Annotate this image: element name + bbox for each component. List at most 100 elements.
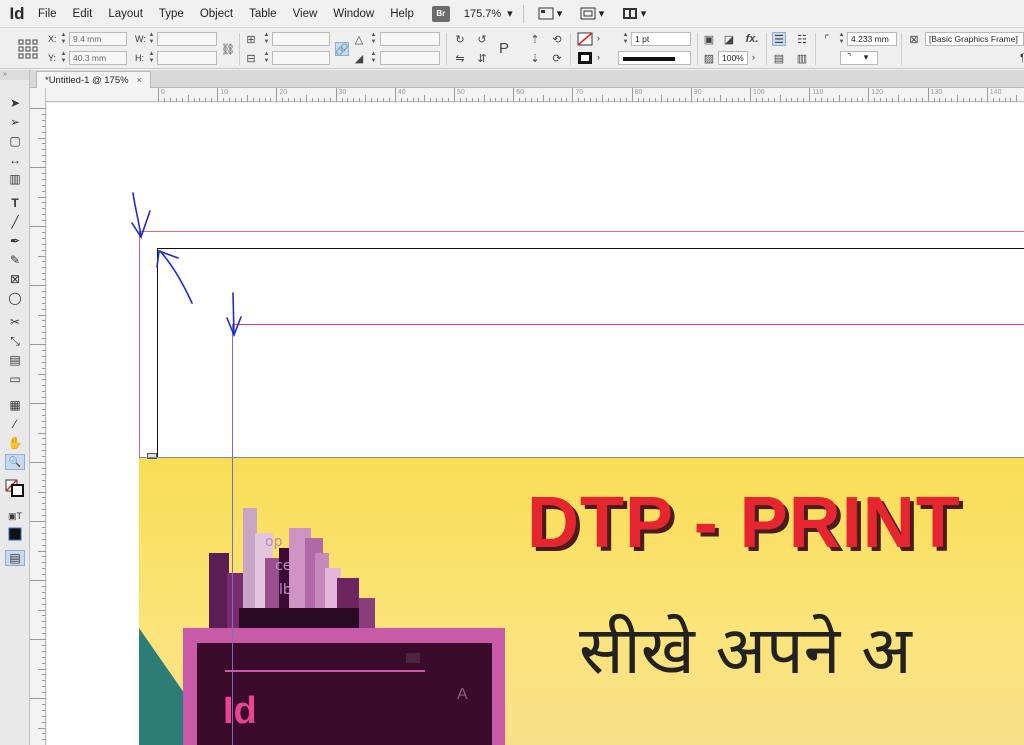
opacity-arrow-icon[interactable]: › bbox=[752, 52, 755, 62]
corner-size-field[interactable]: 4.233 mm bbox=[847, 32, 897, 46]
menu-view[interactable]: View bbox=[285, 8, 326, 20]
shear-angle-icon[interactable]: ◢ bbox=[352, 51, 366, 65]
fill-swatch-icon[interactable] bbox=[577, 32, 593, 46]
select-content-icon[interactable]: ⇣ bbox=[528, 51, 542, 65]
stroke-type-dropdown[interactable] bbox=[618, 51, 691, 65]
view-options-button[interactable]: ▾ bbox=[538, 6, 566, 22]
align-center-icon[interactable]: ☷ bbox=[795, 32, 809, 46]
menu-edit[interactable]: Edit bbox=[65, 8, 101, 20]
hand-tool[interactable]: ✋ bbox=[5, 435, 25, 451]
line-tool[interactable]: ╱ bbox=[5, 214, 25, 230]
selection-tool[interactable]: ➤ bbox=[5, 95, 25, 111]
rotate-ccw-icon[interactable]: ↺ bbox=[475, 32, 489, 46]
x-field[interactable]: 9.4 mm bbox=[69, 32, 127, 46]
arrange-documents-button[interactable]: ▾ bbox=[622, 6, 650, 22]
corner-options-icon[interactable]: ⌜ bbox=[820, 32, 834, 46]
zoom-tool[interactable]: 🔍 bbox=[5, 454, 25, 470]
stroke-swatch-icon[interactable] bbox=[577, 51, 593, 65]
drop-shadow-icon[interactable]: ◪ bbox=[722, 32, 736, 46]
shear-field[interactable] bbox=[380, 51, 440, 65]
ruler-minor-tick bbox=[477, 98, 479, 102]
scale-y-field[interactable] bbox=[272, 51, 330, 65]
menu-layout[interactable]: Layout bbox=[100, 8, 151, 20]
gap-tool[interactable]: ↔ bbox=[5, 152, 25, 168]
select-previous-icon[interactable]: ⟲ bbox=[550, 32, 564, 46]
scissors-tool[interactable]: ✂ bbox=[5, 314, 25, 330]
pen-tool[interactable]: ✒ bbox=[5, 233, 25, 249]
auto-fit-icon[interactable]: ▤ bbox=[772, 51, 786, 65]
gradient-swatch-tool[interactable]: ▤ bbox=[5, 352, 25, 368]
rotate-cw-icon[interactable]: ↻ bbox=[453, 32, 467, 46]
scale-x-icon[interactable]: ⊞ bbox=[244, 32, 258, 46]
stroke-weight-field[interactable]: 1 pt bbox=[631, 32, 691, 46]
corner-stepper[interactable]: ▲ ▼ bbox=[838, 32, 845, 46]
page-tool[interactable]: ▢ bbox=[5, 133, 25, 149]
constrain-proportions-icon[interactable]: ⛓ bbox=[221, 42, 235, 56]
opacity-field[interactable]: 100% bbox=[718, 51, 748, 65]
bridge-button[interactable]: Br bbox=[431, 5, 450, 22]
eyedropper-tool[interactable]: ⁄ bbox=[5, 416, 25, 432]
note-tool[interactable]: ▦ bbox=[5, 397, 25, 413]
h-stepper[interactable]: ▲ ▼ bbox=[148, 51, 155, 65]
scale-x-stepper[interactable]: ▲ ▼ bbox=[263, 32, 270, 46]
formatting-affects-container-icon[interactable]: ▣T bbox=[5, 508, 25, 524]
select-next-icon[interactable]: ⟳ bbox=[550, 51, 564, 65]
document-canvas[interactable]: op ce lb Id A DTP - PRINT सीखे अपने अ bbox=[47, 103, 1024, 745]
y-stepper[interactable]: ▲ ▼ bbox=[60, 51, 67, 65]
fill-stroke-swatches-icon[interactable] bbox=[5, 479, 25, 497]
direct-selection-tool[interactable]: ➢ bbox=[5, 114, 25, 130]
menu-table[interactable]: Table bbox=[241, 8, 285, 20]
reference-point-icon[interactable] bbox=[18, 39, 38, 59]
menu-help[interactable]: Help bbox=[382, 8, 422, 20]
text-wrap-icon[interactable]: ▣ bbox=[702, 32, 716, 46]
flip-vertical-icon[interactable]: ⇵ bbox=[475, 51, 489, 65]
zoom-level-dropdown[interactable]: 175.7% ▾ bbox=[464, 7, 513, 21]
menu-window[interactable]: Window bbox=[325, 8, 382, 20]
menu-file[interactable]: File bbox=[30, 8, 65, 20]
align-top-icon[interactable]: ☰ bbox=[772, 32, 786, 46]
stroke-arrow-icon[interactable]: › bbox=[597, 52, 600, 62]
pencil-tool[interactable]: ✎ bbox=[5, 252, 25, 268]
w-stepper[interactable]: ▲ ▼ bbox=[148, 32, 155, 46]
content-collector-tool[interactable]: ▥ bbox=[5, 171, 25, 187]
clear-overrides-icon[interactable]: ¶ bbox=[1016, 51, 1024, 65]
apply-color-icon[interactable] bbox=[5, 526, 25, 542]
ellipse-tool[interactable]: ◯ bbox=[5, 290, 25, 306]
menu-type[interactable]: Type bbox=[151, 8, 192, 20]
type-tool[interactable]: T bbox=[5, 195, 25, 211]
link-scale-icon[interactable]: 🔗 bbox=[335, 42, 349, 56]
rotate-stepper[interactable]: ▲ ▼ bbox=[370, 32, 377, 46]
gradient-feather-tool[interactable]: ▭ bbox=[5, 371, 25, 387]
stroke-weight-stepper[interactable]: ▲ ▼ bbox=[622, 32, 629, 46]
close-icon[interactable]: × bbox=[137, 75, 142, 85]
object-style-field[interactable]: [Basic Graphics Frame] bbox=[925, 32, 1024, 46]
menu-object[interactable]: Object bbox=[192, 8, 241, 20]
height-field[interactable] bbox=[157, 51, 217, 65]
corner-shape-dropdown[interactable]: ⌝ ▾ bbox=[840, 51, 878, 65]
y-field[interactable]: 40.3 mm bbox=[69, 51, 127, 65]
opacity-icon[interactable]: ▨ bbox=[702, 51, 716, 65]
scale-y-stepper[interactable]: ▲ ▼ bbox=[263, 51, 270, 65]
free-transform-tool[interactable]: ⤡ bbox=[5, 333, 25, 349]
vertical-ruler[interactable] bbox=[30, 88, 46, 745]
horizontal-ruler[interactable]: 0 10 20 30 40 50 60 70 80 90 100 110 120 130 140 bbox=[46, 88, 1024, 102]
rectangle-frame-tool[interactable]: ⊠ bbox=[5, 271, 25, 287]
scale-x-field[interactable] bbox=[272, 32, 330, 46]
flip-horizontal-icon[interactable]: ⇋ bbox=[453, 51, 467, 65]
screen-mode-button[interactable]: ▾ bbox=[580, 6, 608, 22]
rotate-field[interactable] bbox=[380, 32, 440, 46]
x-stepper[interactable]: ▲ ▼ bbox=[60, 32, 67, 46]
scale-y-icon[interactable]: ⊟ bbox=[244, 51, 258, 65]
document-tab[interactable]: *Untitled-1 @ 175% × bbox=[36, 71, 151, 88]
ruler-tick bbox=[30, 108, 46, 109]
rotate-angle-icon[interactable]: △ bbox=[352, 32, 366, 46]
select-container-icon[interactable]: ⇡ bbox=[528, 32, 542, 46]
chevron-down-icon: ▾ bbox=[598, 8, 605, 20]
fill-arrow-icon[interactable]: › bbox=[597, 33, 600, 43]
width-field[interactable] bbox=[157, 32, 217, 46]
fill-frame-icon[interactable]: ▥ bbox=[795, 51, 809, 65]
effects-icon[interactable]: fx. bbox=[745, 32, 759, 46]
normal-view-mode-icon[interactable]: ▤ bbox=[5, 550, 25, 566]
shear-stepper[interactable]: ▲ ▼ bbox=[370, 51, 377, 65]
collapse-toolbox-icon[interactable]: » bbox=[0, 70, 29, 80]
